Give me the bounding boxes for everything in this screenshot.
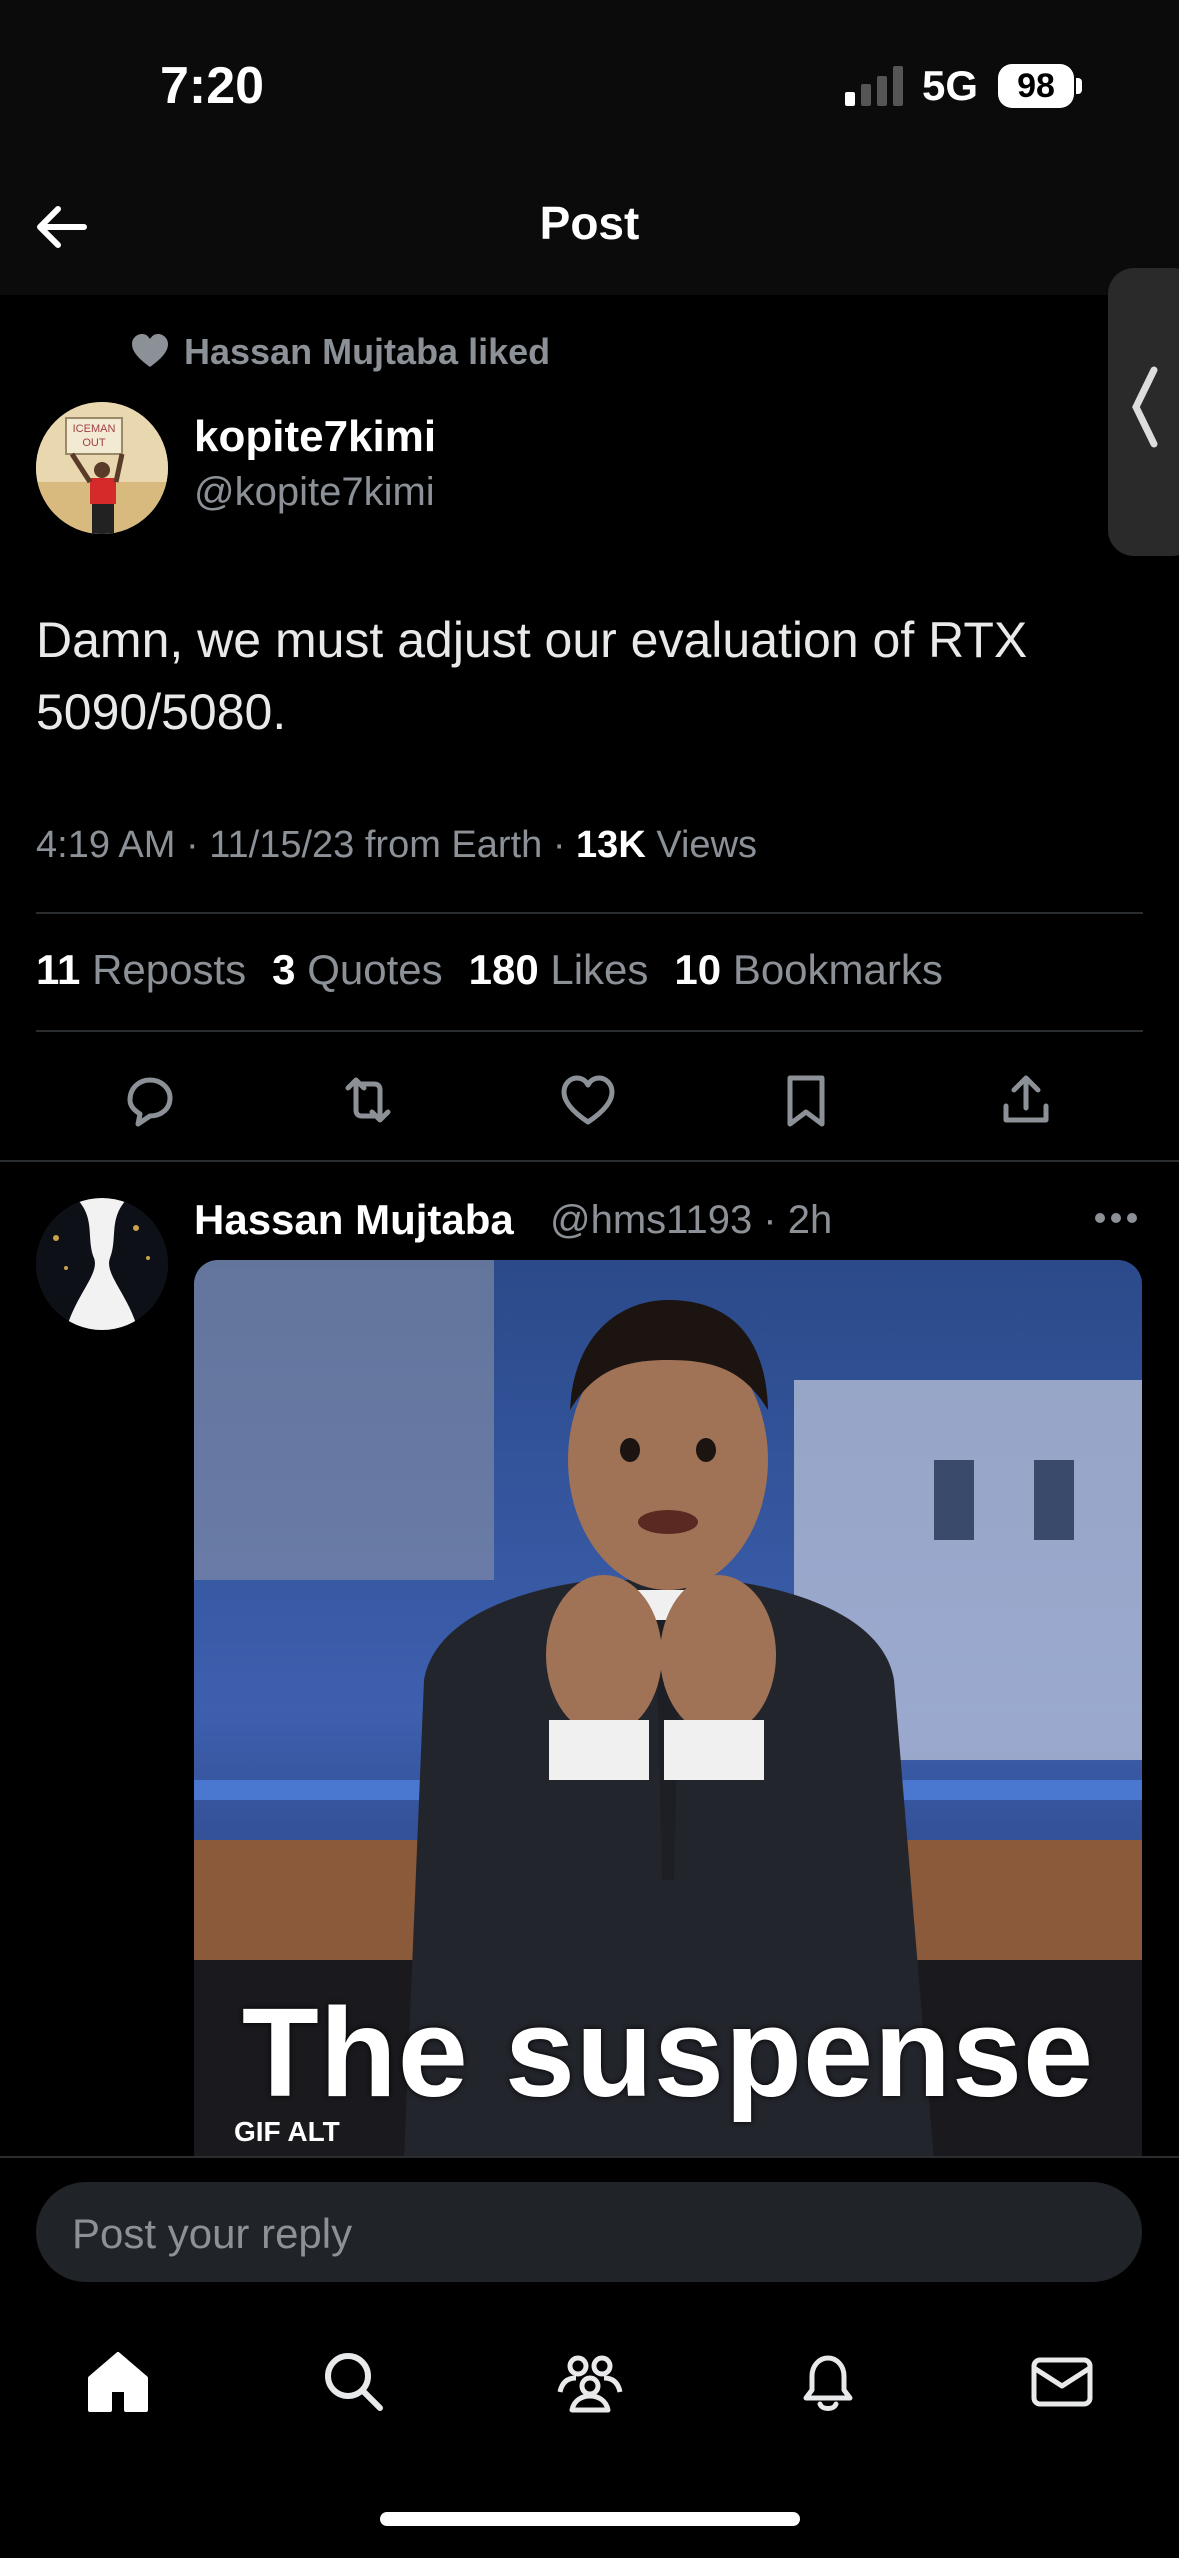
repost-icon[interactable] <box>334 1066 402 1134</box>
chevron-left-icon <box>1132 366 1158 448</box>
divider <box>36 912 1143 914</box>
stat-quotes[interactable]: 3 Quotes <box>272 946 442 994</box>
home-icon[interactable] <box>82 2346 154 2418</box>
reply-media[interactable]: The suspense GIF ALT <box>194 1260 1142 2160</box>
like-icon[interactable] <box>554 1066 622 1134</box>
tweet-meta: 4:19 AM · 11/15/23 from Earth · 13K View… <box>36 824 758 866</box>
avatar-image: ICEMAN OUT <box>36 402 168 534</box>
author-handle[interactable]: @kopite7kimi <box>194 470 435 515</box>
views-label: Views <box>656 824 758 866</box>
stat-reposts[interactable]: 11 Reposts <box>36 946 246 994</box>
network-type: 5G <box>922 62 979 109</box>
reply-author-handle[interactable]: @hms1193 · 2h <box>550 1198 832 1243</box>
avatar-sign-text-2: OUT <box>82 437 106 449</box>
messages-icon[interactable] <box>1026 2346 1098 2418</box>
communities-icon[interactable] <box>554 2346 626 2418</box>
bookmark-icon[interactable] <box>772 1066 840 1134</box>
signal-icon <box>845 66 903 106</box>
engagement-stats: 11 Reposts 3 Quotes 180 Likes 10 Bookmar… <box>36 946 969 994</box>
battery-icon <box>1076 78 1082 94</box>
tweet-date: 11/15/23 <box>209 824 355 866</box>
more-options-icon[interactable] <box>1094 1212 1138 1224</box>
reply-author-name[interactable]: Hassan Mujtaba <box>194 1196 514 1244</box>
stat-bookmarks[interactable]: 10 Bookmarks <box>674 946 942 994</box>
gif-alt-badge[interactable]: GIF ALT <box>234 2116 340 2148</box>
views-count[interactable]: 13K <box>576 824 646 866</box>
reply-icon[interactable] <box>116 1066 184 1134</box>
home-indicator[interactable] <box>380 2512 800 2526</box>
share-icon[interactable] <box>992 1066 1060 1134</box>
author-name[interactable]: kopite7kimi <box>194 412 436 462</box>
reply-avatar[interactable] <box>36 1198 168 1330</box>
avatar-sign-text-1: ICEMAN <box>73 423 116 435</box>
author-avatar[interactable]: ICEMAN OUT <box>36 402 168 534</box>
status-time: 7:20 <box>160 57 265 115</box>
search-icon[interactable] <box>318 2346 390 2418</box>
social-context-text: Hassan Mujtaba liked <box>184 331 551 372</box>
divider <box>36 1030 1143 1032</box>
social-context[interactable]: Hassan Mujtaba liked <box>130 330 550 374</box>
stat-likes[interactable]: 180 Likes <box>469 946 649 994</box>
tweet-source: from Earth <box>364 824 543 866</box>
page-title: Post <box>539 197 640 249</box>
reply-avatar-image <box>36 1198 168 1330</box>
battery-level: 98 <box>998 64 1074 108</box>
heart-filled-icon <box>132 334 168 367</box>
divider <box>0 1160 1179 1162</box>
reply-placeholder: Post your reply <box>72 2210 353 2257</box>
notifications-icon[interactable] <box>792 2346 864 2418</box>
gif-caption: The suspense <box>241 1982 1095 2123</box>
tweet-time: 4:19 AM <box>36 824 176 866</box>
tweet-text: Damn, we must adjust our evaluation of R… <box>36 612 1028 740</box>
